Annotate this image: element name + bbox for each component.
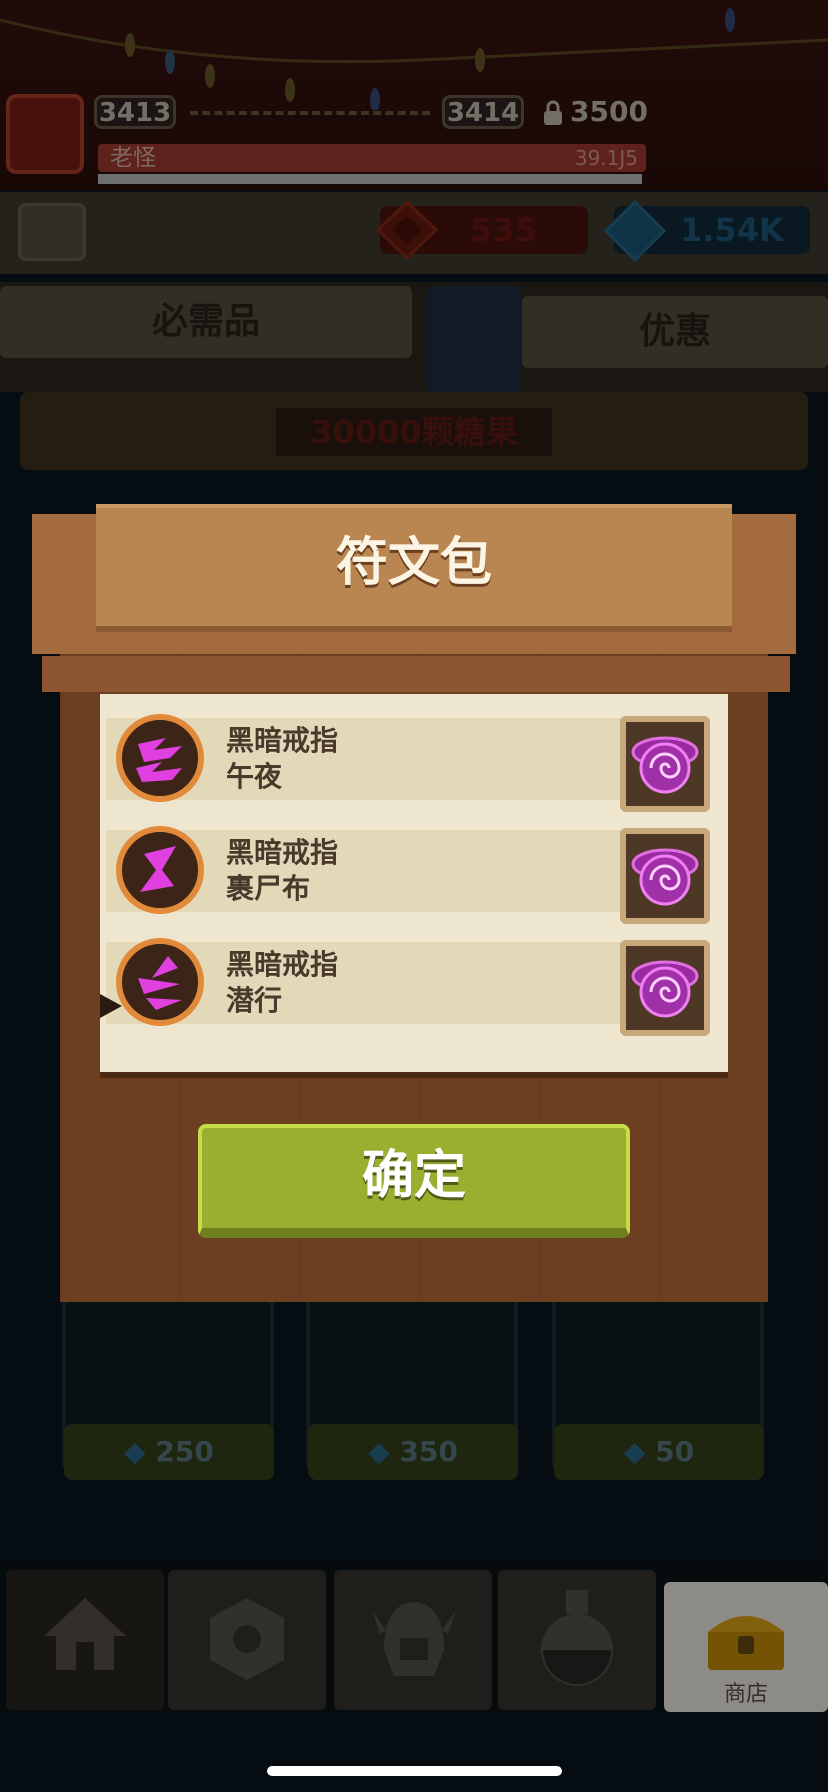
modal-title: 符文包 (335, 533, 492, 593)
rune-name: 午夜 (226, 760, 283, 793)
item-name: 黑暗戒指 (226, 836, 339, 869)
item-name: 黑暗戒指 (226, 948, 339, 981)
dark-ring-icon (631, 848, 699, 906)
rune-badge (116, 826, 204, 914)
ring-item-frame (620, 940, 710, 1036)
rune-badge (116, 714, 204, 802)
rune-name: 潜行 (226, 984, 283, 1017)
s-rune-icon (140, 846, 176, 892)
chevron-rune-icon (138, 956, 182, 1010)
item-name: 黑暗戒指 (226, 724, 339, 757)
modal-header-ledge (42, 656, 790, 692)
ring-item-frame (620, 716, 710, 812)
rune-badge (116, 938, 204, 1026)
confirm-button-label[interactable]: 确定 (198, 1124, 630, 1228)
dark-ring-icon (631, 736, 699, 794)
dark-ring-icon (631, 960, 699, 1018)
rune-name: 裹尸布 (226, 872, 311, 905)
wave-rune-icon (136, 738, 182, 782)
ring-item-frame (620, 828, 710, 924)
home-indicator[interactable] (267, 1766, 562, 1776)
